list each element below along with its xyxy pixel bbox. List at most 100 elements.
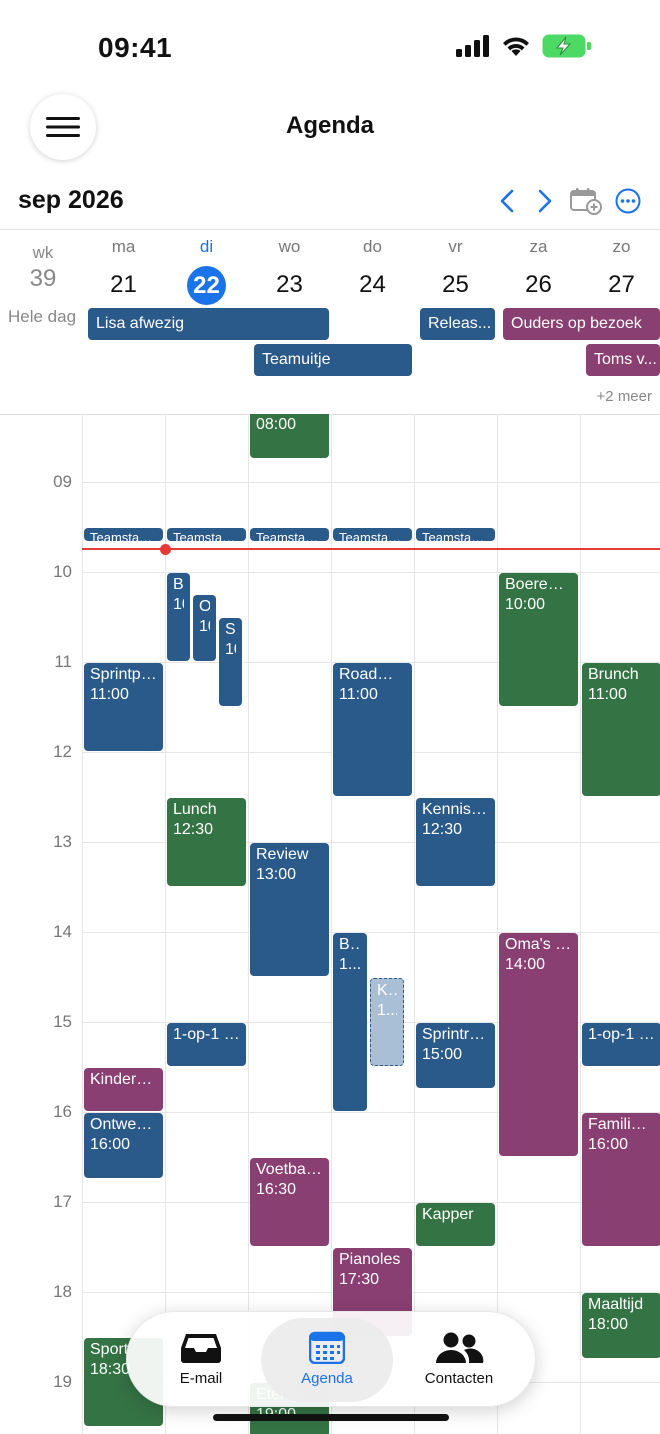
hour-label: 11: [54, 651, 72, 671]
calendar-event[interactable]: Teamstandup: [416, 527, 495, 541]
calendar-event[interactable]: Kennissessie 12:30: [416, 797, 495, 886]
month-title[interactable]: sep 2026: [18, 186, 124, 215]
day-name: do: [363, 237, 382, 256]
tab-bar: E-mail Agenda Contacten: [126, 1311, 536, 1407]
event-title: Ontwerpreview: [90, 1115, 157, 1133]
event-title: Teamstandup: [422, 529, 489, 541]
calendar-event[interactable]: K... 1...: [370, 977, 404, 1066]
day-date: 21: [110, 271, 137, 298]
event-time: 10: [199, 618, 210, 635]
calendar-event[interactable]: Kapper: [416, 1202, 495, 1246]
day-date: 23: [276, 271, 303, 298]
all-day-event[interactable]: Toms v...: [586, 344, 660, 376]
all-day-event[interactable]: Releas...: [420, 308, 495, 340]
day-name: za: [529, 237, 548, 256]
calendar-event[interactable]: Ontwerpreview 16:00: [84, 1112, 163, 1178]
calendar-event[interactable]: S 10: [219, 617, 242, 706]
calendar-event[interactable]: Sprintplanning 11:00: [84, 662, 163, 751]
day-header-wo[interactable]: wo 23: [248, 236, 331, 304]
event-title: Familiediner: [588, 1115, 655, 1133]
contacts-icon: [436, 1332, 484, 1363]
week-label: wk: [32, 243, 54, 262]
calendar-event[interactable]: Review 13:00: [250, 842, 329, 976]
calendar-event[interactable]: Teamstandup: [84, 527, 163, 541]
event-time: 11:00: [588, 685, 627, 703]
next-week-button[interactable]: [532, 184, 558, 218]
tab-agenda[interactable]: Agenda: [261, 1318, 393, 1402]
calendar-event[interactable]: Sprintreview 15:00: [416, 1022, 495, 1088]
signal-icon: [456, 35, 489, 57]
calendar-event[interactable]: 1-op-1 gesprek: [582, 1022, 660, 1066]
more-options-button[interactable]: [614, 184, 642, 218]
home-indicator: [213, 1414, 449, 1421]
event-time: 11:00: [90, 685, 129, 703]
event-title: Kapper: [422, 1205, 474, 1223]
event-time: 16:30: [256, 1180, 297, 1198]
tab-contacts-label: Contacten: [424, 1370, 494, 1387]
calendar-event[interactable]: 1-op-1 gesprek: [167, 1022, 246, 1066]
calendar-event[interactable]: Brunch 11:00: [582, 662, 660, 796]
hour-label: 15: [53, 1011, 72, 1031]
event-time: 08:00: [256, 415, 297, 433]
all-day-event[interactable]: Lisa afwezig: [88, 308, 329, 340]
event-title: Kinderopvang: [90, 1070, 157, 1088]
day-header-ma[interactable]: ma 21: [82, 236, 165, 304]
calendar-event[interactable]: Roadmap 11:00: [333, 662, 412, 796]
event-title: Teamstandup: [90, 529, 157, 541]
day-date: 24: [359, 271, 386, 298]
calendar-event[interactable]: Tandarts08:00: [250, 414, 329, 458]
calendar-event[interactable]: Voetbaltraining 16:30: [250, 1157, 329, 1246]
hour-label: 17: [53, 1191, 72, 1211]
event-title: Sprintreview: [422, 1025, 489, 1043]
event-title: B...: [339, 935, 361, 953]
tab-agenda-label: Agenda: [301, 1370, 353, 1387]
event-time: 16:00: [90, 1135, 131, 1153]
hour-label: 14: [53, 921, 72, 941]
day-date: 27: [608, 271, 635, 298]
calendar-event[interactable]: Teamstandup: [250, 527, 329, 541]
tab-contacts[interactable]: Contacten: [393, 1318, 525, 1402]
event-time: 1...: [339, 955, 361, 973]
event-title: S: [225, 620, 236, 638]
event-time: 16:00: [588, 1135, 629, 1153]
calendar-event[interactable]: Kinderopvang: [84, 1067, 163, 1111]
calendar-nav: [494, 184, 642, 218]
more-events-link[interactable]: +2 meer: [597, 388, 652, 405]
event-title: Teamstandup: [339, 529, 406, 541]
status-time: 09:41: [98, 32, 173, 63]
calendar-event[interactable]: Familiediner 16:00: [582, 1112, 660, 1246]
calendar-event[interactable]: B... 1...: [333, 932, 367, 1111]
hour-line: [82, 481, 660, 483]
calendar-event[interactable]: Teamstandup: [333, 527, 412, 541]
header-divider: [0, 229, 660, 230]
calendar-event[interactable]: B 10: [167, 572, 190, 661]
time-grid[interactable]: 09 10 11 12 13 14 15 16 17 18 19 Tandarts08:00 Teams…: [0, 414, 660, 1434]
previous-week-button[interactable]: [494, 184, 520, 218]
day-name: di: [199, 237, 214, 256]
chevron-right-icon: [538, 189, 552, 213]
day-header-di[interactable]: di 22: [165, 236, 248, 305]
day-header-zo[interactable]: zo 27: [580, 236, 660, 304]
day-date: 22: [187, 266, 226, 305]
hour-label: 18: [53, 1281, 72, 1301]
all-day-event[interactable]: Ouders op bezoek: [503, 308, 660, 340]
calendar-event[interactable]: Boerenmarkt 10:00: [499, 572, 578, 706]
day-header-za[interactable]: za 26: [497, 236, 580, 304]
calendar-event[interactable]: Lunch 12:30: [167, 797, 246, 886]
event-title: Voetbaltraining: [256, 1160, 323, 1178]
all-day-event[interactable]: Teamuitje: [254, 344, 412, 376]
calendar-event[interactable]: Oma's verjaardag 14:00: [499, 932, 578, 1156]
event-time: 10: [225, 640, 236, 658]
event-time: 12:30: [422, 820, 463, 838]
day-header-vr[interactable]: vr 25: [414, 236, 497, 304]
day-header-do[interactable]: do 24: [331, 236, 414, 304]
calendar-event[interactable]: Teamstandup: [167, 527, 246, 541]
calendar-event[interactable]: Maaltijd 18:00: [582, 1292, 660, 1358]
add-event-button[interactable]: [570, 184, 602, 218]
day-name: zo: [612, 237, 631, 256]
wifi-icon: [503, 37, 529, 56]
calendar-event[interactable]: O10: [193, 595, 216, 661]
tab-email[interactable]: E-mail: [135, 1318, 267, 1402]
event-title: Maaltijd: [588, 1295, 644, 1313]
day-name: wo: [278, 237, 301, 256]
